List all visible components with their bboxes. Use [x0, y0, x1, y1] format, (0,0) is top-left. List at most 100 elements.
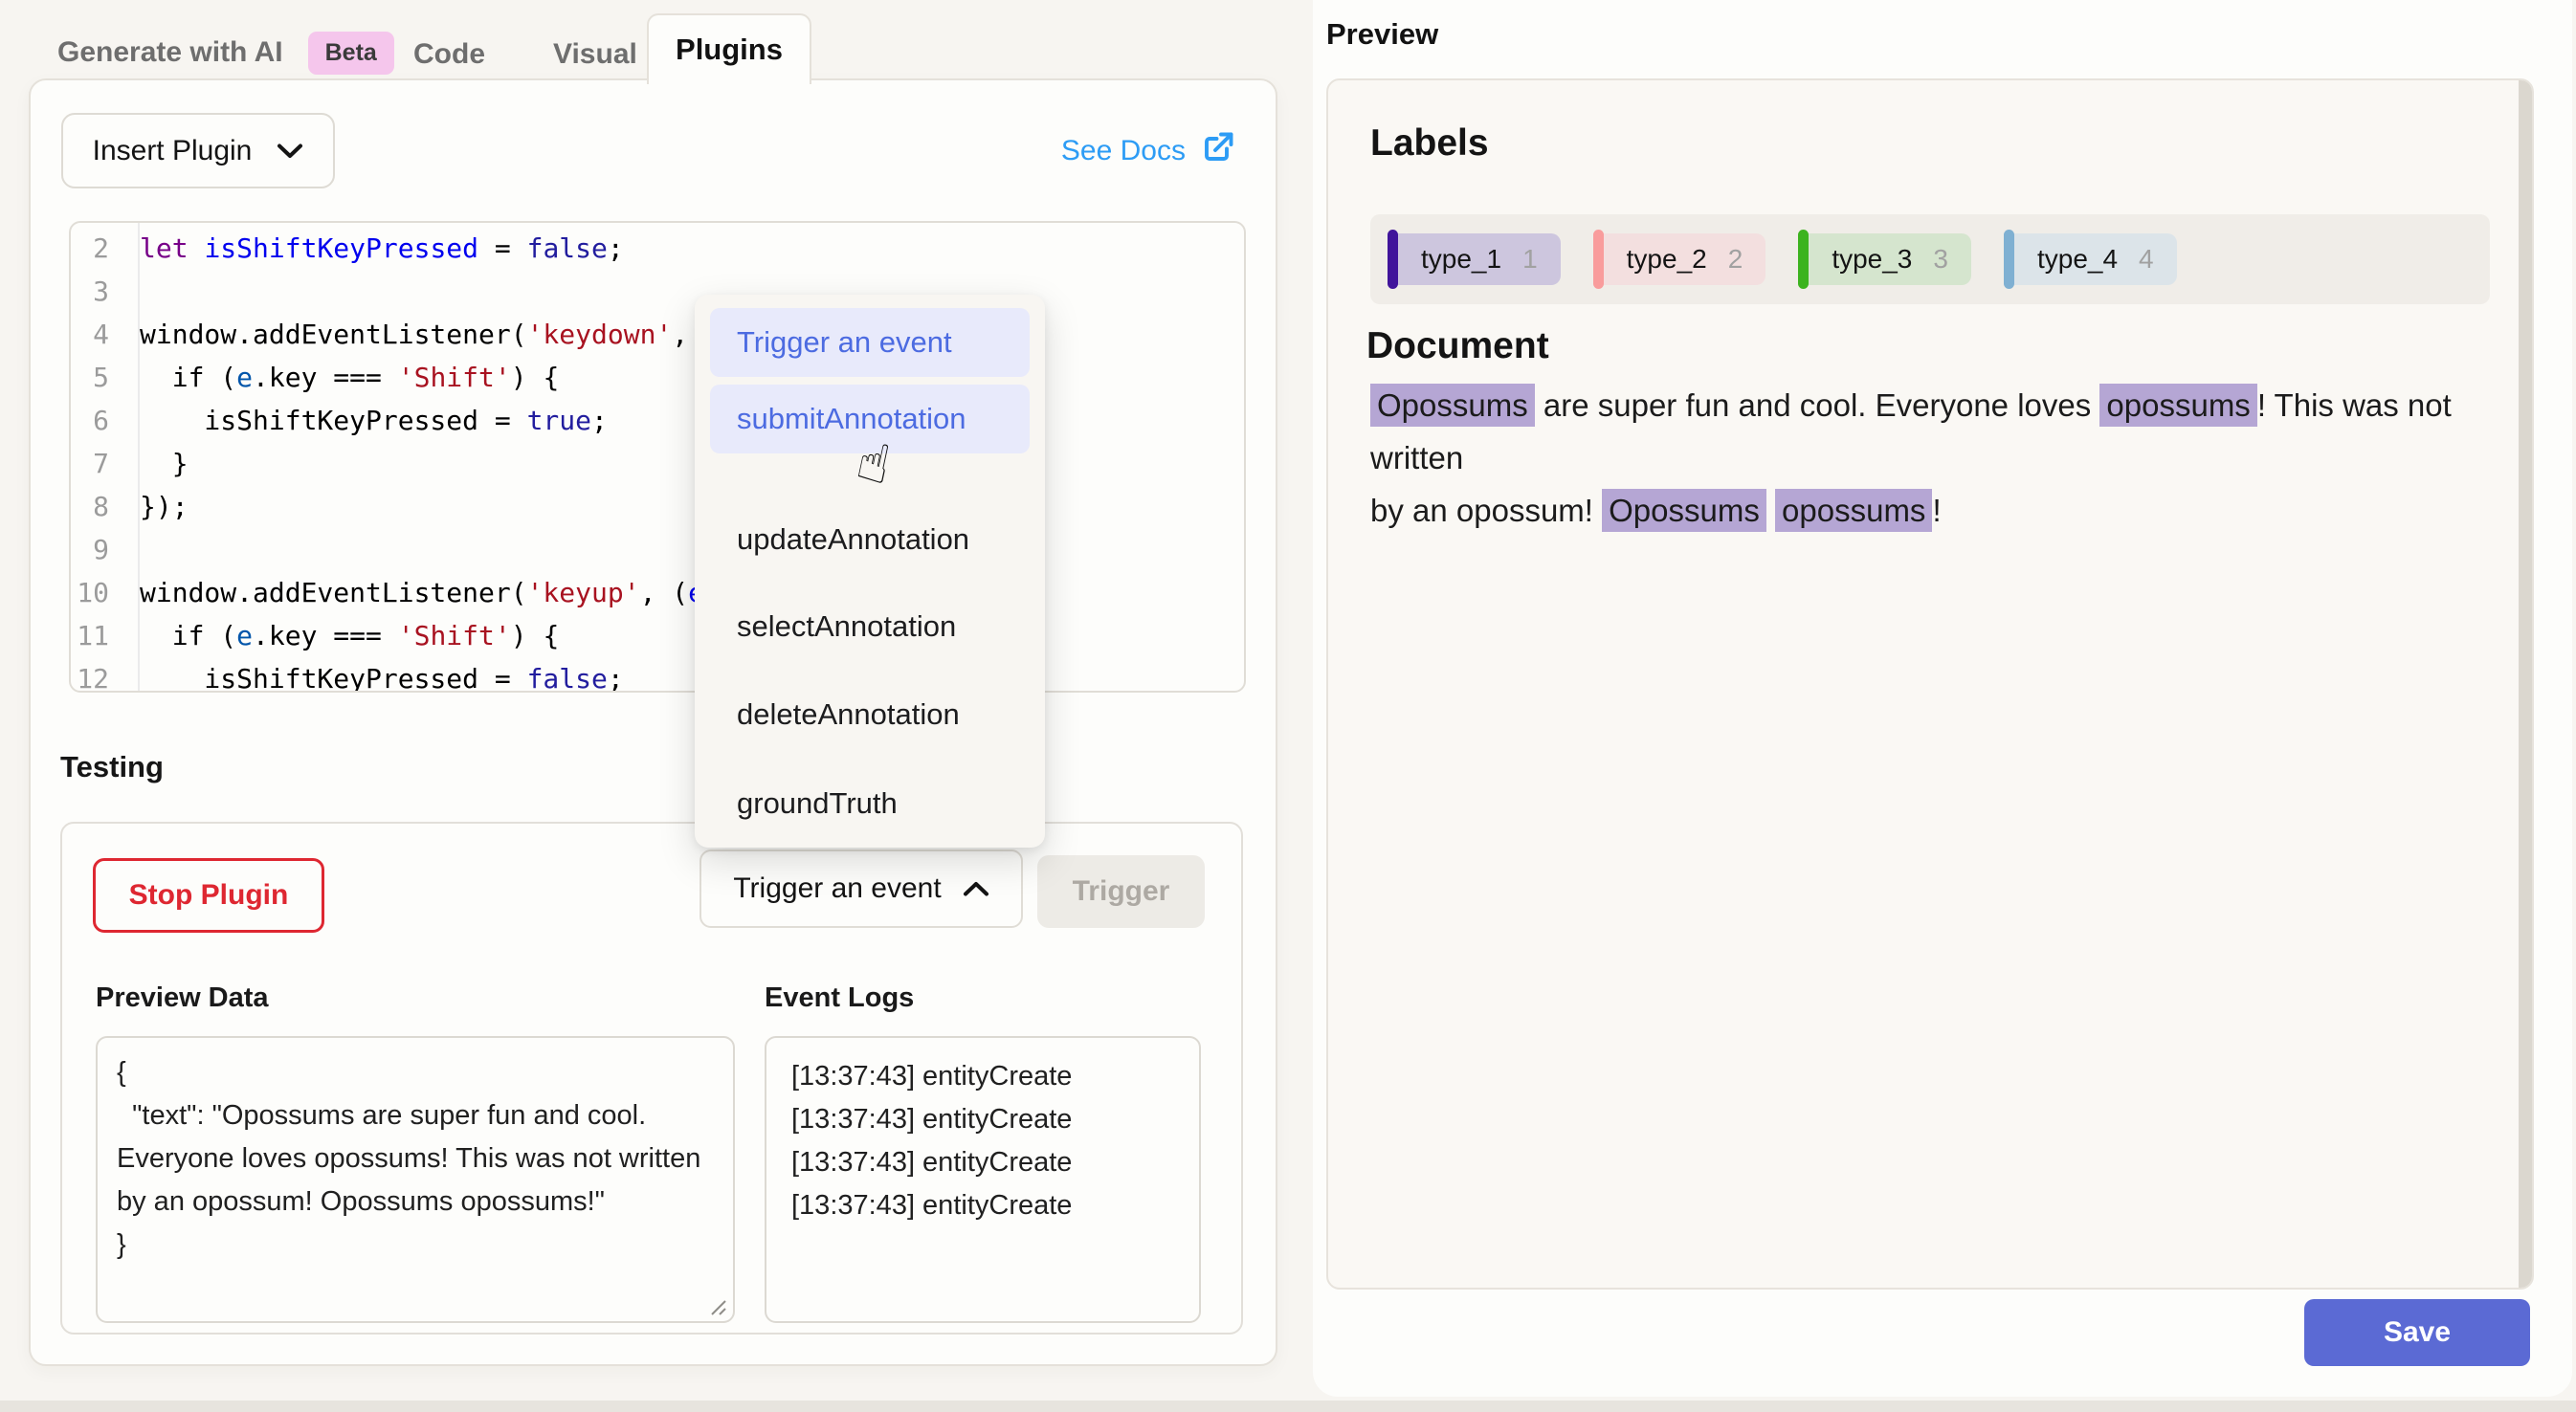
line-number: 5: [71, 362, 124, 393]
chevron-down-icon: [277, 135, 303, 167]
preview-data-textarea[interactable]: [96, 1036, 735, 1323]
code-line[interactable]: 9: [71, 528, 1244, 571]
menu-item-trigger-an-event[interactable]: Trigger an event: [710, 308, 1030, 377]
label-chip-type_1[interactable]: type_1 1: [1388, 230, 1561, 289]
code-line[interactable]: 2let isShiftKeyPressed = false;: [71, 227, 1244, 270]
event-logs-box[interactable]: [13:37:43] entityCreate [13:37:43] entity…: [765, 1036, 1201, 1323]
tab-visual[interactable]: Visual: [553, 38, 637, 71]
menu-item-updateannotation[interactable]: updateAnnotation: [710, 505, 1030, 574]
label-color-bar: [1593, 230, 1604, 289]
external-link-icon: [1201, 130, 1235, 172]
annotation-highlight[interactable]: opossums: [1775, 489, 1932, 532]
testing-heading: Testing: [60, 750, 164, 784]
label-name: type_3: [1832, 244, 1912, 275]
code-line[interactable]: 6 isShiftKeyPressed = true;: [71, 399, 1244, 442]
code-text: window.addEventListener('keydown',: [124, 319, 704, 350]
tab-plugins-active[interactable]: Plugins: [647, 13, 811, 84]
label-color-bar: [1798, 230, 1809, 289]
code-text: if (e.key === 'Shift') {: [124, 620, 559, 651]
page-bottom-strip: [0, 1401, 2576, 1412]
document-text-segment: by an opossum!: [1370, 493, 1602, 528]
line-number: 6: [71, 405, 124, 436]
plugin-editor-card: Insert Plugin See Docs 2let isShiftKeyPr…: [29, 78, 1277, 1366]
beta-badge: Beta: [308, 32, 394, 75]
code-line[interactable]: 11 if (e.key === 'Shift') {: [71, 614, 1244, 657]
event-logs-label: Event Logs: [765, 982, 914, 1014]
labels-heading: Labels: [1370, 122, 1489, 165]
label-chip-type_2[interactable]: type_22: [1593, 230, 1766, 289]
event-log-entry: [13:37:43] entityCreate: [791, 1098, 1174, 1141]
code-text: isShiftKeyPressed = false;: [124, 663, 624, 693]
code-line[interactable]: 4window.addEventListener('keydown',: [71, 313, 1244, 356]
tab-code[interactable]: Code: [413, 38, 485, 71]
label-color-bar: [2004, 230, 2014, 289]
preview-heading: Preview: [1326, 17, 1438, 52]
label-hotkey: 3: [1933, 244, 1948, 275]
document-heading: Document: [1366, 325, 1549, 367]
event-select-value: Trigger an event: [733, 872, 941, 905]
line-number: 2: [71, 232, 124, 264]
label-chip-body: type_4 4: [2014, 233, 2177, 285]
code-line[interactable]: 7 }: [71, 442, 1244, 485]
label-hotkey: 1: [1522, 244, 1538, 275]
chevron-up-icon: [963, 872, 989, 905]
label-chip-body: type_3 3: [1809, 233, 1971, 285]
preview-scrollbar[interactable]: [2519, 80, 2532, 1288]
plugin-code-editor[interactable]: 2let isShiftKeyPressed = false;34window.…: [69, 221, 1246, 693]
see-docs-link[interactable]: See Docs: [1061, 130, 1235, 172]
label-name: type_4: [2037, 244, 2118, 275]
stop-plugin-button[interactable]: Stop Plugin: [93, 858, 324, 933]
save-button[interactable]: Save: [2304, 1299, 2530, 1366]
line-number: 10: [71, 577, 124, 608]
labels-strip: type_1 1 type_22 type_3 3 type_4 4: [1370, 214, 2490, 304]
resize-handle-icon[interactable]: [705, 1294, 728, 1322]
code-text: }: [124, 448, 189, 479]
line-number: 4: [71, 319, 124, 350]
label-hotkey: 2: [1728, 244, 1743, 275]
document-text-segment: [1766, 493, 1775, 528]
line-number: 9: [71, 534, 124, 565]
event-log-entry: [13:37:43] entityCreate: [791, 1184, 1174, 1227]
label-hotkey: 4: [2139, 244, 2154, 275]
menu-item-deleteannotation[interactable]: deleteAnnotation: [710, 680, 1030, 749]
gutter-divider: [138, 223, 140, 691]
preview-data-label: Preview Data: [96, 982, 269, 1014]
code-text: window.addEventListener('keyup', (e: [124, 577, 704, 608]
code-line[interactable]: 8});: [71, 485, 1244, 528]
code-text: let isShiftKeyPressed = false;: [124, 232, 624, 264]
line-number: 3: [71, 276, 124, 307]
code-line[interactable]: 12 isShiftKeyPressed = false;: [71, 657, 1244, 693]
document-text-segment: are super fun and cool. Everyone loves: [1535, 387, 2100, 423]
line-number: 8: [71, 491, 124, 522]
line-number: 11: [71, 620, 124, 651]
annotation-highlight[interactable]: opossums: [2099, 384, 2256, 427]
code-line[interactable]: 3: [71, 270, 1244, 313]
code-text: isShiftKeyPressed = true;: [124, 405, 608, 436]
label-chip-type_4[interactable]: type_4 4: [2004, 230, 2177, 289]
label-name: type_1: [1421, 244, 1501, 275]
annotation-highlight[interactable]: Opossums: [1602, 489, 1766, 532]
menu-item-groundtruth[interactable]: groundTruth: [710, 769, 1030, 838]
label-chip-type_3[interactable]: type_3 3: [1798, 230, 1971, 289]
code-text: if (e.key === 'Shift') {: [124, 362, 559, 393]
label-color-bar: [1388, 230, 1398, 289]
tab-generate-with-ai[interactable]: Generate with AI Beta: [57, 29, 394, 77]
document-text[interactable]: Opossums are super fun and cool. Everyon…: [1370, 379, 2509, 537]
insert-plugin-button[interactable]: Insert Plugin: [61, 113, 335, 188]
code-line[interactable]: 10window.addEventListener('keyup', (e: [71, 571, 1244, 614]
code-lines: 2let isShiftKeyPressed = false;34window.…: [71, 227, 1244, 693]
line-number: 7: [71, 448, 124, 479]
tab-generate-label: Generate with AI: [57, 36, 283, 69]
preview-card: Labels type_1 1 type_22 type_3 3 type_4 4 Docu…: [1326, 78, 2534, 1290]
plugin-editor-page: Generate with AI Beta Code Visual Plugin…: [0, 0, 2576, 1412]
document-text-segment: !: [1932, 493, 1941, 528]
insert-plugin-label: Insert Plugin: [93, 135, 253, 167]
see-docs-label: See Docs: [1061, 135, 1186, 167]
trigger-button-disabled[interactable]: Trigger: [1037, 855, 1205, 928]
event-select-button[interactable]: Trigger an event: [700, 849, 1023, 928]
testing-card: Stop Plugin Trigger an event Trigger Pre…: [60, 822, 1243, 1335]
annotation-highlight[interactable]: Opossums: [1370, 384, 1535, 427]
menu-item-selectannotation[interactable]: selectAnnotation: [710, 592, 1030, 661]
code-line[interactable]: 5 if (e.key === 'Shift') {: [71, 356, 1244, 399]
preview-panel: Preview Labels type_11type_22type_33type…: [1313, 0, 2572, 1397]
